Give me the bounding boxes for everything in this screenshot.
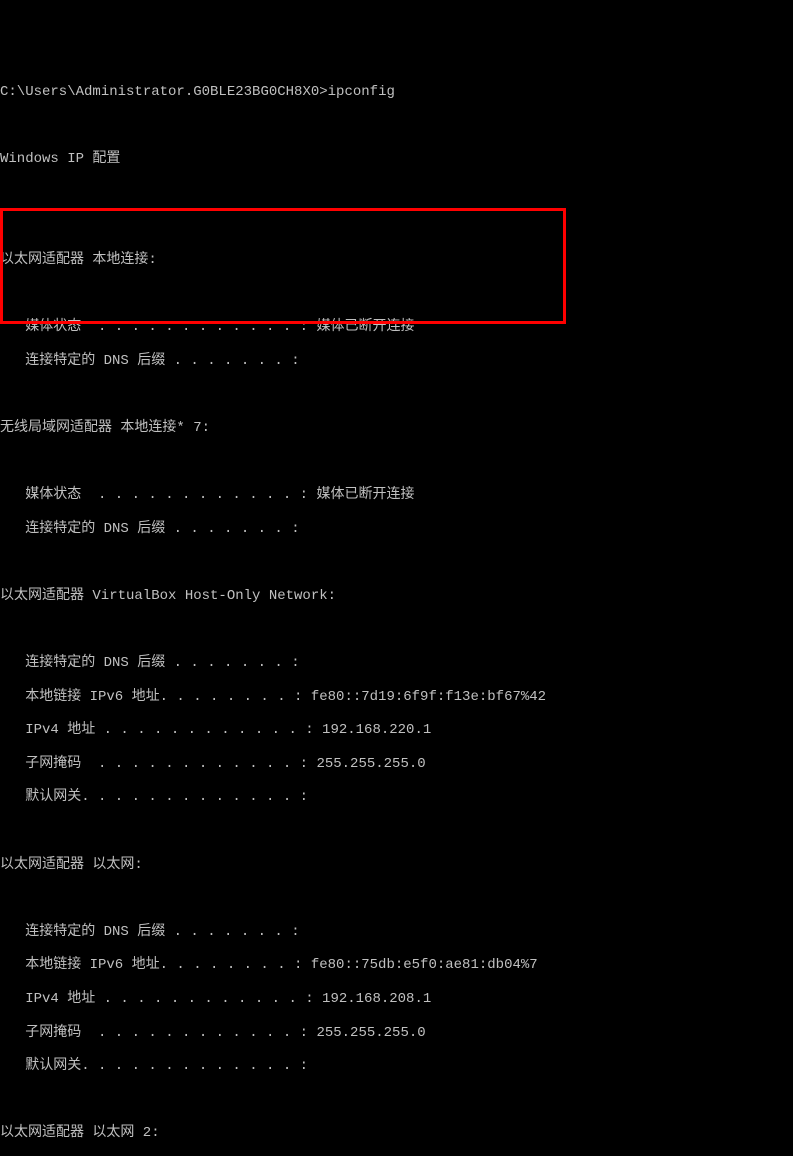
blank-line [0,185,793,202]
command-text: ipconfig [328,84,395,100]
adapter-detail: IPv4 地址 . . . . . . . . . . . . : 192.16… [0,722,793,739]
adapter-detail: 本地链接 IPv6 地址. . . . . . . . : fe80::75db… [0,957,793,974]
adapter-detail: 连接特定的 DNS 后缀 . . . . . . . : [0,353,793,370]
adapter-title: 以太网适配器 本地连接: [0,252,793,269]
adapter-detail: 本地链接 IPv6 地址. . . . . . . . : fe80::7d19… [0,689,793,706]
adapter-detail: 连接特定的 DNS 后缀 . . . . . . . : [0,924,793,941]
blank-line [0,621,793,638]
blank-line [0,454,793,471]
blank-line [0,890,793,907]
adapter-detail: IPv4 地址 . . . . . . . . . . . . : 192.16… [0,991,793,1008]
adapter-detail: 默认网关. . . . . . . . . . . . . : [0,1058,793,1075]
adapter-title: 无线局域网适配器 本地连接* 7: [0,420,793,437]
adapter-title: 以太网适配器 以太网 2: [0,1125,793,1142]
adapter-detail: 连接特定的 DNS 后缀 . . . . . . . : [0,655,793,672]
blank-line [0,554,793,571]
blank-line [0,286,793,303]
adapter-detail: 子网掩码 . . . . . . . . . . . . : 255.255.2… [0,1025,793,1042]
blank-line [0,823,793,840]
header-line: Windows IP 配置 [0,151,793,168]
blank-line [0,386,793,403]
adapter-detail: 连接特定的 DNS 后缀 . . . . . . . : [0,521,793,538]
blank-line [0,118,793,135]
terminal-output[interactable]: C:\Users\Administrator.G0BLE23BG0CH8X0>i… [0,67,793,1156]
prompt-line: C:\Users\Administrator.G0BLE23BG0CH8X0>i… [0,84,793,101]
adapter-title: 以太网适配器 以太网: [0,857,793,874]
adapter-detail: 子网掩码 . . . . . . . . . . . . : 255.255.2… [0,756,793,773]
blank-line [0,218,793,235]
adapter-title: 以太网适配器 VirtualBox Host-Only Network: [0,588,793,605]
adapter-detail: 媒体状态 . . . . . . . . . . . . : 媒体已断开连接 [0,319,793,336]
prompt-path: C:\Users\Administrator.G0BLE23BG0CH8X0> [0,84,328,100]
blank-line [0,1092,793,1109]
adapter-detail: 默认网关. . . . . . . . . . . . . : [0,789,793,806]
adapter-detail: 媒体状态 . . . . . . . . . . . . : 媒体已断开连接 [0,487,793,504]
